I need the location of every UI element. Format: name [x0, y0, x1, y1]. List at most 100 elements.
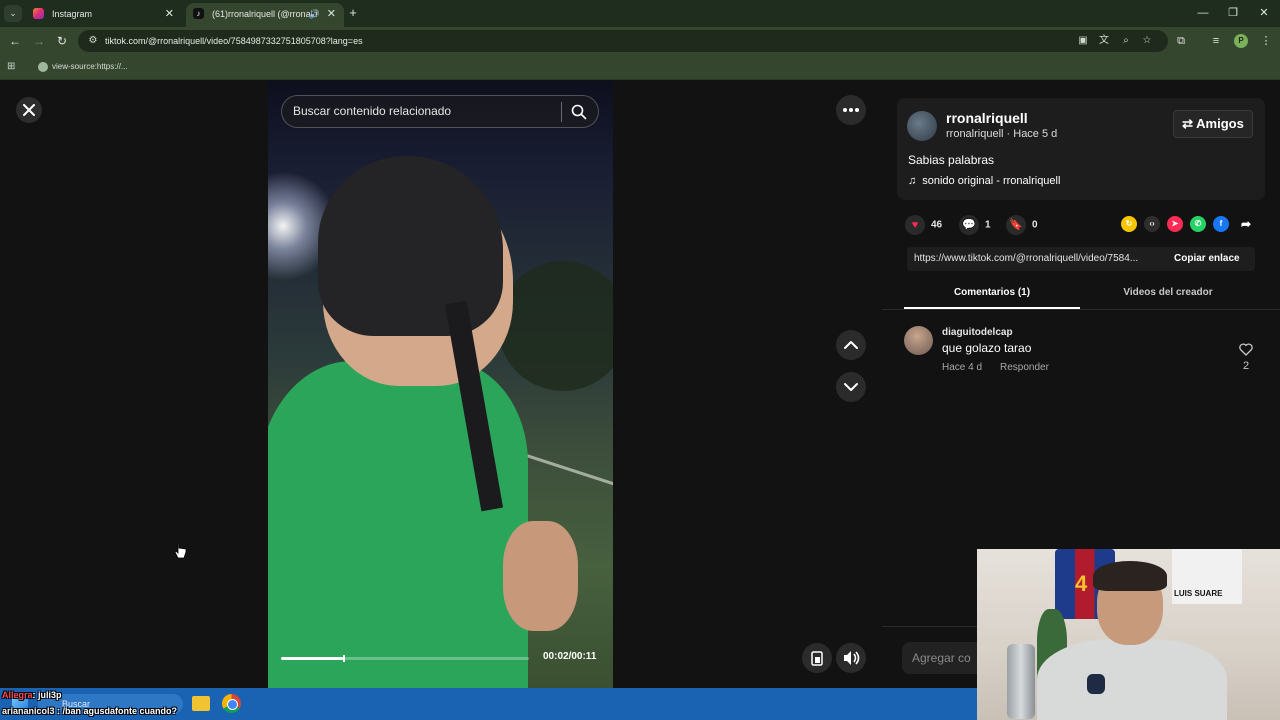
streamer-hair	[1093, 561, 1167, 591]
menu-icon[interactable]: ⋮	[1257, 32, 1275, 50]
comment-text: que golazo tarao	[942, 341, 1032, 355]
tab-creator-videos[interactable]: Videos del creador	[1080, 281, 1256, 309]
save-stat[interactable]: 🔖 0	[1006, 215, 1038, 235]
translate-icon[interactable]: 文	[1096, 33, 1112, 49]
chat-user: Allegra	[2, 690, 33, 700]
forward-button[interactable]: →	[30, 32, 48, 50]
comment-count: 1	[985, 219, 991, 231]
tab-comments[interactable]: Comentarios (1)	[904, 281, 1080, 309]
webcam-overlay: 4 LUIS SUARE	[977, 549, 1280, 720]
search-placeholder: Buscar contenido relacionado	[293, 104, 452, 118]
friends-button[interactable]: ⇄ Amigos	[1173, 110, 1253, 138]
volume-icon	[844, 651, 860, 665]
apps-grid-icon[interactable]: ⊞	[7, 61, 19, 73]
author-avatar[interactable]	[907, 111, 937, 141]
like-stat[interactable]: ♥ 46	[905, 215, 943, 235]
comment-stat[interactable]: 💬 1	[959, 215, 991, 235]
embed-icon[interactable]: ‹›	[1144, 216, 1160, 232]
maximize-button[interactable]: ❐	[1218, 4, 1248, 22]
tab-title: (61)rronalriquell (@rronalri	[212, 9, 318, 19]
poster-text: LUIS SUARE	[1174, 589, 1223, 598]
close-window-button[interactable]: ✕	[1249, 4, 1279, 22]
friends-label: Amigos	[1196, 116, 1244, 131]
site-info-icon[interactable]: ⚙	[86, 34, 100, 48]
tab-tiktok[interactable]: ♪ (61)rronalriquell (@rronalri 🔊 ✕	[186, 3, 344, 27]
bottle	[1007, 644, 1035, 719]
back-button[interactable]: ←	[6, 32, 24, 50]
url-text[interactable]: tiktok.com/@rronalriquell/video/75849873…	[105, 30, 363, 52]
facebook-icon[interactable]: f	[1213, 216, 1229, 232]
share-link-box: https://www.tiktok.com/@rronalriquell/vi…	[907, 247, 1255, 271]
reload-button[interactable]: ↻	[53, 32, 71, 50]
next-video-button[interactable]	[836, 372, 866, 402]
bookmark-view-source[interactable]: view-source:https://...	[38, 56, 128, 78]
close-video-button[interactable]	[16, 97, 42, 123]
comment-item: diaguitodelcap que golazo tarao Hace 4 d…	[904, 325, 1256, 377]
music-note-icon: ♫	[908, 175, 917, 187]
post-sound[interactable]: ♫ sonido original - rronalriquell	[908, 175, 1060, 187]
share-link-url[interactable]: https://www.tiktok.com/@rronalriquell/vi…	[914, 247, 1164, 271]
address-bar[interactable]: ⚙ tiktok.com/@rronalriquell/video/758498…	[78, 30, 1168, 52]
whatsapp-icon[interactable]: ✆	[1190, 216, 1206, 232]
share-arrow-icon[interactable]: ➦	[1238, 216, 1254, 232]
globe-icon	[38, 61, 48, 72]
tab-title: Instagram	[52, 9, 93, 19]
close-tab-icon[interactable]: ✕	[327, 3, 336, 25]
volume-button[interactable]	[836, 643, 866, 673]
post-description: Sabias palabras	[908, 153, 995, 167]
profile-avatar[interactable]: P	[1234, 34, 1248, 48]
video-progress-bar[interactable]	[281, 655, 529, 662]
tab-search-button[interactable]: ⌄	[4, 5, 22, 22]
zoom-icon[interactable]: ⌕	[1118, 33, 1134, 49]
bookmark-icon[interactable]: 🔖	[1006, 215, 1026, 235]
comment-placeholder: Agregar co	[912, 651, 971, 665]
bookmarks-bar: ⊞ view-source:https://...	[0, 56, 1280, 80]
comment-icon[interactable]: 💬	[959, 215, 979, 235]
previous-video-button[interactable]	[836, 330, 866, 360]
friends-swap-icon: ⇄	[1182, 116, 1197, 131]
search-icon[interactable]	[571, 104, 587, 120]
audio-playing-icon[interactable]: 🔊	[309, 3, 320, 25]
heart-icon[interactable]: ♥	[905, 215, 925, 235]
minimize-button[interactable]: —	[1188, 4, 1218, 22]
copy-link-button[interactable]: Copiar enlace	[1174, 247, 1240, 271]
commenter-username[interactable]: diaguitodelcap	[942, 327, 1013, 338]
browser-tab-bar: ⌄ Instagram ✕ ♪ (61)rronalriquell (@rron…	[0, 0, 1280, 27]
author-meta: rronalriquell · Hace 5 d	[946, 128, 1058, 140]
chrome-icon[interactable]	[222, 694, 241, 713]
progress-handle[interactable]	[343, 655, 345, 662]
video-time: 00:02/00:11	[543, 651, 597, 662]
sound-label: sonido original - rronalriquell	[922, 175, 1061, 187]
chat-text: : /ban agusdafonte cuando?	[54, 706, 178, 716]
related-search-input[interactable]: Buscar contenido relacionado	[281, 95, 599, 128]
new-tab-button[interactable]: +	[346, 3, 360, 23]
like-count: 46	[931, 219, 943, 231]
more-options-button[interactable]	[836, 95, 866, 125]
floating-player-button[interactable]	[802, 643, 832, 673]
chat-user: ariananicol3	[2, 706, 55, 716]
commenter-avatar[interactable]	[904, 326, 933, 355]
comment-like-icon[interactable]	[1239, 343, 1253, 356]
tiktok-icon: ♪	[193, 8, 204, 19]
streamer-body	[1037, 639, 1227, 720]
video-player[interactable]: Buscar contenido relacionado 00:02/00:11	[268, 81, 613, 688]
comment-like-count: 2	[1243, 360, 1250, 372]
reply-button[interactable]: Responder	[1000, 362, 1049, 373]
extensions-icon[interactable]: ⧉	[1172, 32, 1190, 50]
media-control-icon[interactable]: ≡	[1207, 32, 1225, 50]
close-tab-icon[interactable]: ✕	[165, 3, 174, 25]
file-explorer-icon[interactable]	[192, 696, 210, 711]
send-icon[interactable]: ➤	[1167, 216, 1183, 232]
mouse-cursor-icon	[174, 542, 187, 559]
author-username[interactable]: rronalriquell	[946, 110, 1028, 126]
video-background-trees	[498, 261, 613, 391]
more-icon	[843, 108, 859, 112]
progress-fill	[281, 657, 343, 660]
install-app-icon[interactable]: ▣	[1075, 33, 1091, 49]
tab-instagram[interactable]: Instagram ✕	[26, 3, 182, 27]
tabs-divider	[882, 309, 1280, 310]
luis-suarez-poster: LUIS SUARE	[1172, 549, 1242, 604]
bookmark-star-icon[interactable]: ☆	[1139, 33, 1155, 49]
repost-icon[interactable]: ↻	[1121, 216, 1137, 232]
video-person-hand	[503, 521, 578, 631]
